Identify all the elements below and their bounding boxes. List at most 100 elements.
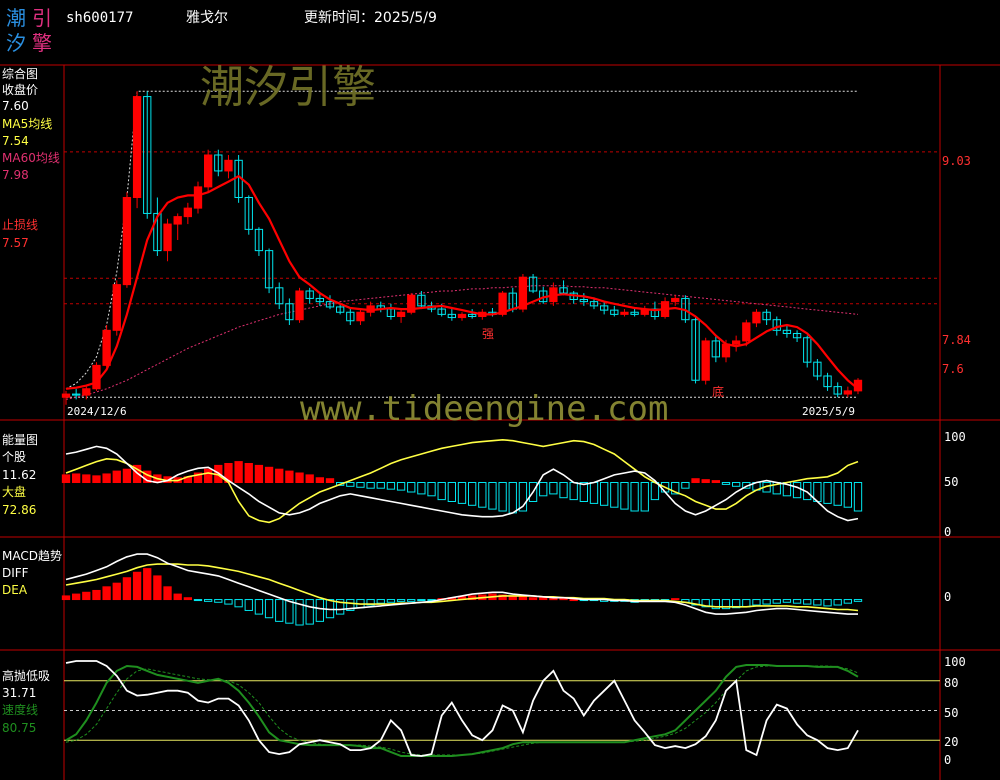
macd-bar [671, 598, 680, 601]
energy-bar [701, 479, 710, 483]
legend-label: 止损线 [2, 218, 38, 232]
candle-body [742, 322, 751, 342]
macd-bar [417, 599, 426, 602]
legend-value: 7.98 [2, 168, 29, 182]
candle-body [701, 340, 710, 381]
date-start: 2024/12/6 [67, 405, 127, 418]
candle-body [163, 223, 172, 252]
candle-body [203, 154, 213, 188]
price-tick: 7.84 [942, 333, 971, 347]
legend-value: 7.57 [2, 236, 29, 250]
candle-body [752, 311, 761, 324]
logo-char: 潮 [6, 6, 26, 30]
candle-body [396, 311, 406, 317]
energy-bar [234, 461, 243, 484]
candle-body [731, 340, 741, 345]
panel-title: 综合图 [2, 66, 38, 81]
energy-bar [102, 473, 111, 484]
legend-value: 7.60 [2, 99, 29, 113]
macd-bar [102, 586, 111, 601]
energy-bar [295, 472, 304, 483]
legend-value: 7.54 [2, 134, 29, 148]
legend-label: 收盘价 [2, 82, 38, 97]
candle-body [122, 197, 132, 286]
osc-tick: 0 [944, 753, 951, 767]
energy-bar [244, 463, 253, 483]
legend-label: 速度线 [2, 702, 38, 717]
energy-tick: 100 [944, 430, 966, 444]
logo-char: 擎 [32, 31, 52, 55]
stock-code: sh600177 [66, 10, 133, 26]
macd-tick: 0 [944, 590, 951, 604]
legend-label: MA60均线 [2, 151, 60, 165]
panel-title: 高抛低吸 [2, 668, 50, 683]
legend-value: 80.75 [2, 721, 36, 735]
candle-body [132, 96, 142, 198]
energy-tick: 50 [944, 475, 958, 489]
osc-tick: 100 [944, 655, 966, 669]
candle-body [356, 311, 365, 322]
macd-bar [143, 568, 152, 601]
candle-body [843, 390, 853, 395]
candle-body [112, 284, 121, 331]
macd-bar [173, 593, 182, 601]
macd-bar [518, 596, 528, 601]
logo-char: 汐 [6, 31, 26, 55]
macd-bar [183, 597, 193, 601]
annotation-bottom: 底 [712, 384, 724, 399]
macd-bar [153, 575, 162, 601]
logo-char: 引 [32, 6, 52, 30]
candle-body [102, 329, 111, 366]
legend-value: 31.71 [2, 686, 36, 700]
candle-body [92, 364, 101, 390]
macd-bar [569, 599, 578, 602]
energy-bar [691, 478, 700, 484]
energy-bar [711, 480, 721, 484]
watermark-url: www.tideengine.com [300, 389, 668, 429]
energy-bar [71, 473, 81, 484]
price-tick: 7.6 [942, 362, 964, 376]
energy-tick: 0 [944, 525, 951, 539]
macd-bar [82, 591, 91, 601]
candle-body [671, 297, 680, 303]
date-end: 2025/5/9 [802, 405, 855, 418]
price-tick: 9.03 [942, 154, 971, 168]
candle-body [61, 393, 71, 398]
legend-label: 大盘 [2, 484, 26, 499]
candle-body [224, 159, 233, 172]
energy-bar [264, 466, 274, 483]
legend-label: DIFF [2, 566, 29, 580]
macd-bar [92, 589, 101, 601]
candle-body [457, 313, 467, 319]
osc-tick: 50 [944, 706, 958, 720]
energy-bar [82, 474, 91, 483]
energy-bar [92, 475, 101, 484]
macd-bar [71, 593, 81, 601]
energy-bar [112, 470, 121, 484]
macd-bar [539, 597, 548, 601]
macd-bar [61, 595, 71, 601]
candle-body [193, 186, 203, 209]
macd-bar [528, 597, 538, 601]
energy-bar [315, 477, 325, 483]
energy-bar [275, 468, 284, 484]
energy-bar [254, 464, 264, 483]
update-time: 更新时间：2025/5/9 [304, 10, 437, 26]
osc-tick: 80 [944, 676, 958, 690]
macd-bar [122, 577, 132, 601]
macd-bar [132, 571, 142, 601]
macd-bar [163, 586, 172, 601]
candle-body [721, 343, 731, 358]
energy-bar [203, 468, 213, 484]
energy-bar [122, 468, 132, 484]
candle-body [620, 311, 629, 315]
panel-title: 能量图 [2, 433, 38, 447]
energy-bar [325, 478, 335, 484]
legend-label: DEA [2, 583, 28, 597]
candle-body [82, 388, 91, 396]
candle-body [183, 207, 193, 218]
energy-bar [285, 470, 294, 484]
macd-bar [193, 599, 203, 602]
legend-value: 72.86 [2, 503, 36, 517]
energy-bar [305, 474, 314, 483]
